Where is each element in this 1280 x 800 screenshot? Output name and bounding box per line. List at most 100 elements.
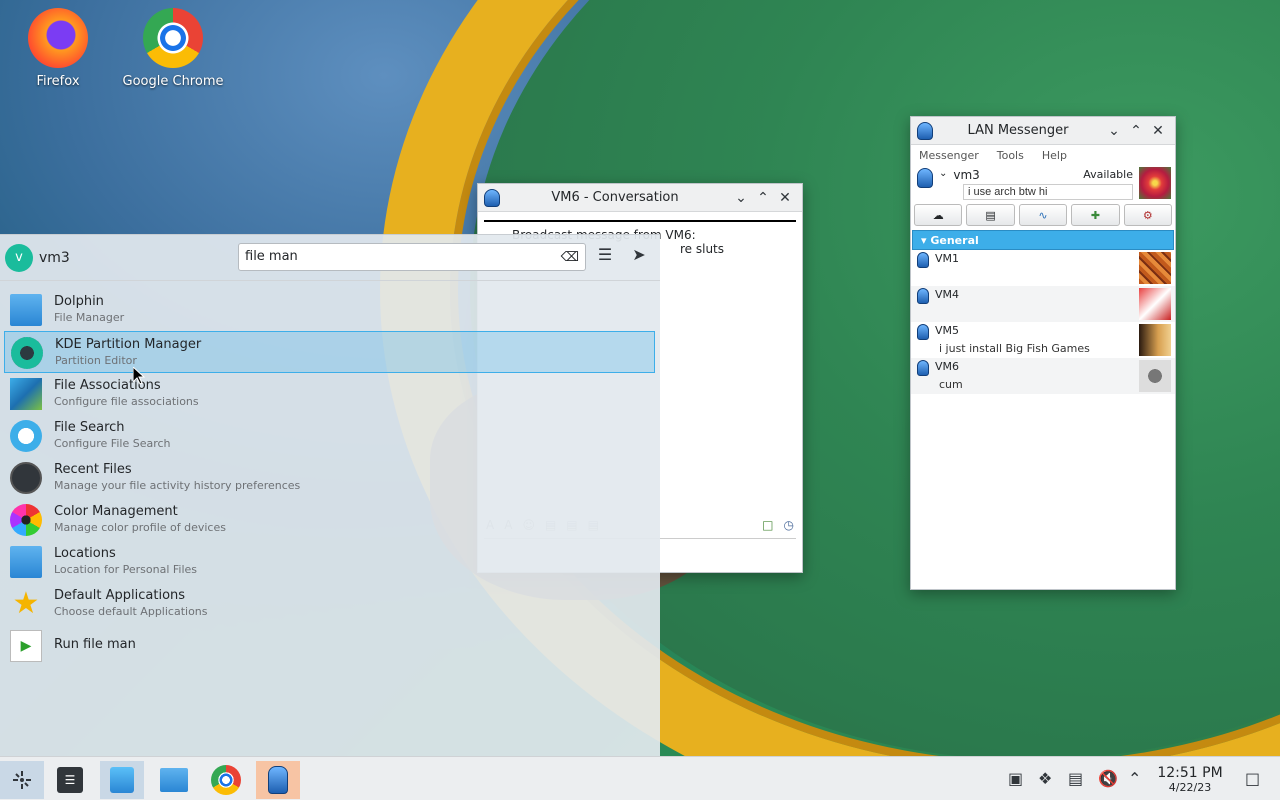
close-icon[interactable]: ✕ bbox=[1147, 120, 1169, 142]
firefox-icon bbox=[28, 8, 88, 68]
status-label[interactable]: Available bbox=[1083, 168, 1133, 181]
taskbar-chrome[interactable] bbox=[204, 761, 248, 799]
file-associations-icon bbox=[10, 378, 42, 410]
status-dropdown-icon[interactable]: ⌄ bbox=[939, 168, 947, 200]
history-icon[interactable]: ◷ bbox=[784, 518, 794, 532]
result-name: Dolphin bbox=[54, 294, 104, 309]
chevron-up-icon[interactable]: ⌃ bbox=[1128, 769, 1141, 788]
clear-icon[interactable]: ⌫ bbox=[561, 250, 579, 265]
lan-messenger-window[interactable]: LAN Messenger ⌄ ⌃ ✕ Messenger Tools Help… bbox=[910, 116, 1176, 590]
launcher-user-name: vm3 bbox=[39, 249, 70, 266]
minimize-icon[interactable]: ⌄ bbox=[1103, 120, 1125, 142]
result-name: Run file man bbox=[54, 637, 136, 652]
send-file-icon[interactable]: □ bbox=[762, 518, 773, 532]
result-name: Locations bbox=[54, 546, 116, 561]
search-value: file man bbox=[245, 249, 298, 264]
clipboard-icon[interactable]: ▤ bbox=[1068, 769, 1083, 788]
clock[interactable]: 12:51 PM 4/22/23 bbox=[1150, 765, 1230, 794]
desktop-icon-chrome[interactable]: Google Chrome bbox=[118, 8, 228, 89]
result-desc: Configure File Search bbox=[54, 437, 171, 450]
result-name: Default Applications bbox=[54, 588, 186, 603]
taskbar-settings[interactable]: ☰ bbox=[48, 761, 92, 799]
desktop-icon-label: Firefox bbox=[36, 74, 80, 89]
contact-status-icon bbox=[917, 288, 929, 304]
result-name: KDE Partition Manager bbox=[55, 337, 202, 352]
contact-item[interactable]: VM6 cum bbox=[911, 358, 1175, 394]
result-desc: File Manager bbox=[54, 311, 125, 324]
file-button[interactable]: ▤ bbox=[966, 204, 1015, 226]
contact-item[interactable]: VM4 bbox=[911, 286, 1175, 322]
partition-manager-icon bbox=[11, 337, 43, 369]
volume-muted-icon[interactable]: 🔇 bbox=[1098, 769, 1118, 788]
group-label: General bbox=[930, 234, 979, 247]
contact-status: i just install Big Fish Games bbox=[939, 342, 1090, 355]
search-result[interactable]: Recent Files Manage your file activity h… bbox=[4, 457, 655, 499]
menu-messenger[interactable]: Messenger bbox=[919, 149, 979, 162]
kde-launcher-icon bbox=[13, 771, 31, 789]
pin-icon[interactable]: ➤ bbox=[626, 245, 652, 271]
group-header[interactable]: ▾ General bbox=[912, 230, 1174, 250]
result-desc: Configure file associations bbox=[54, 395, 199, 408]
search-result[interactable]: File Search Configure File Search bbox=[4, 415, 655, 457]
chrome-icon bbox=[211, 765, 241, 795]
chrome-icon bbox=[143, 8, 203, 68]
settings-button[interactable]: ⚙ bbox=[1123, 204, 1173, 226]
conversation-titlebar[interactable]: VM6 - Conversation ⌄ ⌃ ✕ bbox=[478, 184, 802, 212]
show-desktop-icon[interactable]: □ bbox=[1245, 769, 1260, 788]
contact-status-icon bbox=[917, 252, 929, 268]
search-result[interactable]: Dolphin File Manager bbox=[4, 289, 655, 331]
contact-item[interactable]: VM5 i just install Big Fish Games bbox=[911, 322, 1175, 358]
clock-date: 4/22/23 bbox=[1168, 781, 1212, 794]
taskbar-discover[interactable] bbox=[100, 761, 144, 799]
contact-avatar bbox=[1139, 288, 1171, 320]
avatar[interactable] bbox=[1139, 167, 1171, 199]
add-contact-button[interactable]: ✚ bbox=[1071, 204, 1120, 226]
lan-messenger-icon bbox=[917, 121, 933, 140]
folder-icon bbox=[10, 294, 42, 326]
contact-name: VM4 bbox=[935, 288, 960, 301]
taskbar-dolphin[interactable] bbox=[152, 761, 196, 799]
run-command-icon: ▶ bbox=[10, 630, 42, 662]
application-launcher-button[interactable] bbox=[0, 761, 44, 799]
search-result[interactable]: ★ Default Applications Choose default Ap… bbox=[4, 583, 655, 625]
kdeconnect-icon[interactable]: ❖ bbox=[1038, 769, 1052, 788]
lan-toolbar: ☁ ▤ ∿ ✚ ⚙ bbox=[911, 202, 1175, 228]
search-result[interactable]: ▶ Run file man bbox=[4, 625, 655, 667]
menu-help[interactable]: Help bbox=[1042, 149, 1067, 162]
avatar[interactable]: v bbox=[5, 243, 33, 272]
maximize-icon[interactable]: ⌃ bbox=[1125, 120, 1147, 142]
desktop-icon-label: Google Chrome bbox=[122, 74, 224, 89]
search-result[interactable]: File Associations Configure file associa… bbox=[4, 373, 655, 415]
application-launcher[interactable]: v vm3 file man ⌫ ☰ ➤ Dolphin File Manage… bbox=[0, 234, 660, 756]
result-name: Recent Files bbox=[54, 462, 132, 477]
lan-messenger-tray-icon[interactable]: ▣ bbox=[1008, 769, 1023, 788]
menu-tools[interactable]: Tools bbox=[997, 149, 1024, 162]
contact-avatar bbox=[1139, 252, 1171, 284]
search-input[interactable]: file man ⌫ bbox=[238, 243, 586, 271]
user-panel: ⌄ vm3 Available bbox=[911, 166, 1175, 202]
result-desc: Choose default Applications bbox=[54, 605, 208, 618]
lan-titlebar[interactable]: LAN Messenger ⌄ ⌃ ✕ bbox=[911, 117, 1175, 145]
search-result[interactable]: KDE Partition Manager Partition Editor bbox=[4, 331, 655, 373]
file-search-icon bbox=[10, 420, 42, 452]
contact-status-icon bbox=[917, 360, 929, 376]
user-status-icon[interactable] bbox=[917, 168, 933, 188]
window-title: VM6 - Conversation bbox=[551, 190, 679, 205]
search-result[interactable]: Locations Location for Personal Files bbox=[4, 541, 655, 583]
taskbar-lan-messenger[interactable] bbox=[256, 761, 300, 799]
result-desc: Partition Editor bbox=[55, 354, 137, 367]
desktop-icon-firefox[interactable]: Firefox bbox=[3, 8, 113, 89]
contact-item[interactable]: VM1 bbox=[911, 250, 1175, 286]
maximize-icon[interactable]: ⌃ bbox=[752, 187, 774, 209]
configure-icon[interactable]: ☰ bbox=[592, 245, 618, 271]
status-note-input[interactable] bbox=[963, 184, 1133, 200]
contact-status-icon bbox=[917, 324, 929, 340]
search-result[interactable]: Color Management Manage color profile of… bbox=[4, 499, 655, 541]
result-desc: Manage color profile of devices bbox=[54, 521, 226, 534]
broadcast-button[interactable]: ∿ bbox=[1018, 204, 1068, 226]
chat-button[interactable]: ☁ bbox=[914, 204, 963, 226]
close-icon[interactable]: ✕ bbox=[774, 187, 796, 209]
minimize-icon[interactable]: ⌄ bbox=[730, 187, 752, 209]
lan-messenger-icon bbox=[268, 766, 288, 794]
menubar: Messenger Tools Help bbox=[911, 145, 1175, 166]
